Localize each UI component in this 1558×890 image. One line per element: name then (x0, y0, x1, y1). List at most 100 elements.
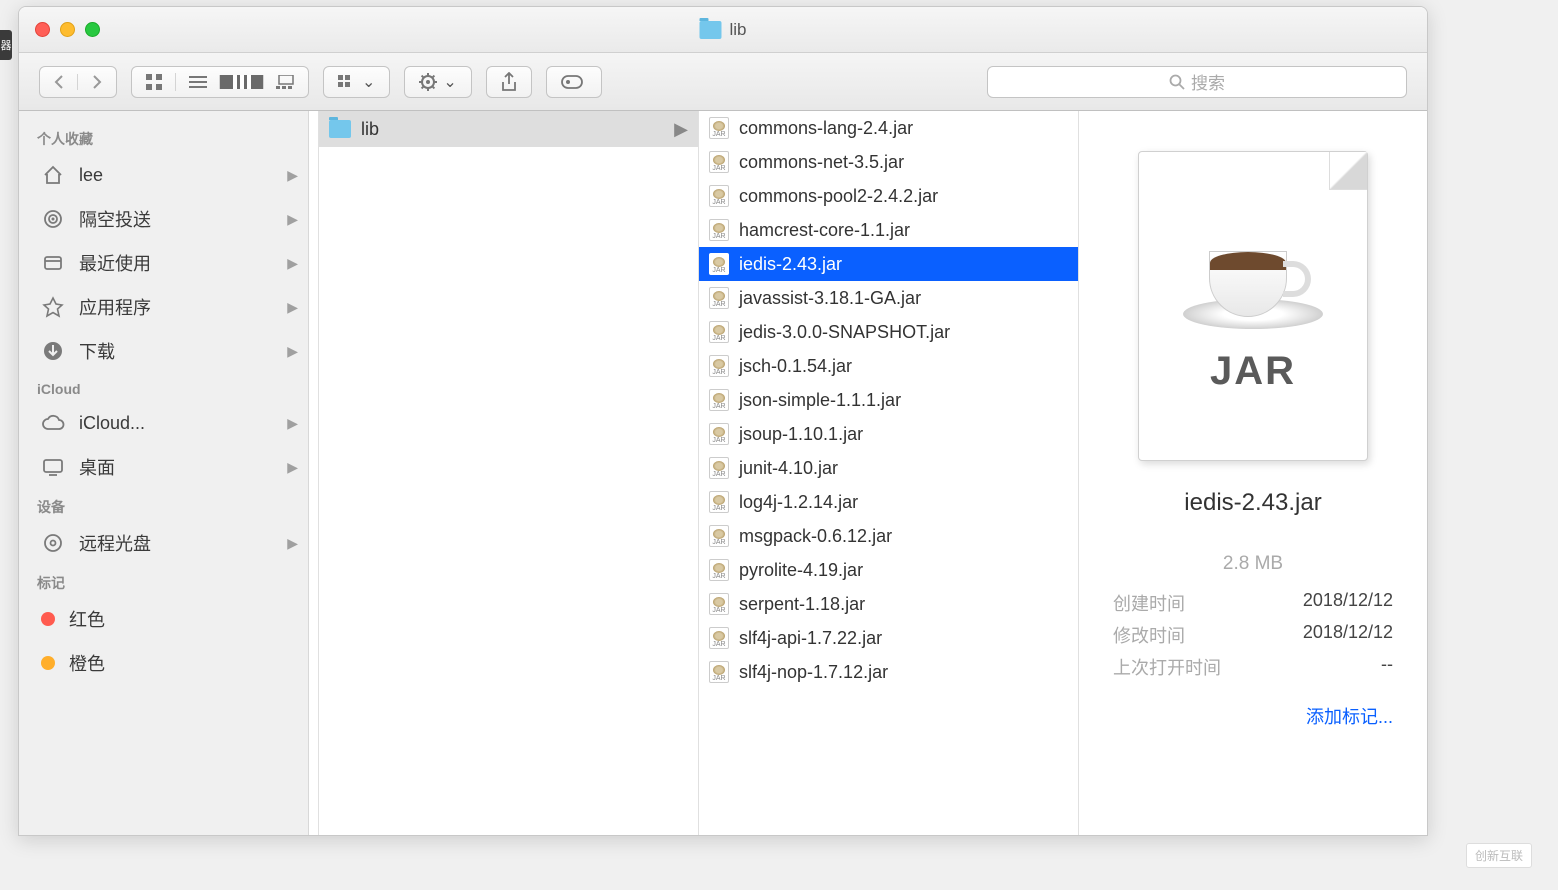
jar-file-icon: JAR (709, 525, 729, 547)
file-name: json-simple-1.1.1.jar (739, 390, 901, 411)
file-name: jedis-3.0.0-SNAPSHOT.jar (739, 322, 950, 343)
search-icon (1169, 74, 1185, 90)
file-name: log4j-1.2.14.jar (739, 492, 858, 513)
sidebar-item-label: 隔空投送 (79, 206, 151, 232)
sidebar-group-label: 个人收藏 (19, 121, 308, 153)
forward-button[interactable] (78, 74, 116, 90)
airdrop-icon (41, 207, 65, 231)
view-gallery-button[interactable] (264, 75, 308, 89)
meta-key: 修改时间 (1113, 622, 1185, 648)
meta-key: 创建时间 (1113, 590, 1185, 616)
file-row[interactable]: JARjsoup-1.10.1.jar (699, 417, 1078, 451)
action-button[interactable]: ⌄ (404, 66, 471, 98)
column-1: lib ▶ (319, 111, 699, 835)
sidebar: 个人收藏lee▶隔空投送▶最近使用▶应用程序▶下载▶iCloudiCloud..… (19, 111, 309, 835)
jar-file-icon: JAR (709, 355, 729, 377)
add-tag-button[interactable]: 添加标记... (1113, 703, 1393, 729)
sidebar-item-label: lee (79, 165, 103, 186)
jar-file-icon: JAR (709, 627, 729, 649)
file-row[interactable]: JARjson-simple-1.1.1.jar (699, 383, 1078, 417)
meta-value: -- (1381, 654, 1393, 680)
meta-value: 2018/12/12 (1303, 622, 1393, 648)
jar-file-icon: JAR (709, 423, 729, 445)
column-spacer (309, 111, 319, 835)
file-row[interactable]: JARjunit-4.10.jar (699, 451, 1078, 485)
view-column-button[interactable] (220, 75, 264, 89)
view-list-button[interactable] (176, 75, 220, 89)
sidebar-item-desktop[interactable]: 桌面▶ (19, 445, 308, 489)
view-icon-button[interactable] (132, 73, 176, 91)
file-name: jsch-0.1.54.jar (739, 356, 852, 377)
file-row[interactable]: JARlog4j-1.2.14.jar (699, 485, 1078, 519)
file-row[interactable]: JARslf4j-api-1.7.22.jar (699, 621, 1078, 655)
finder-body: 个人收藏lee▶隔空投送▶最近使用▶应用程序▶下载▶iCloudiCloud..… (19, 111, 1427, 835)
sidebar-item-cloud[interactable]: iCloud...▶ (19, 401, 308, 445)
jar-file-icon: JAR (709, 219, 729, 241)
back-button[interactable] (40, 74, 78, 90)
jar-file-icon: JAR (709, 457, 729, 479)
jar-file-icon: JAR (709, 185, 729, 207)
file-name: pyrolite-4.19.jar (739, 560, 863, 581)
jar-file-icon: JAR (709, 593, 729, 615)
window-title-text: lib (729, 20, 746, 40)
file-row[interactable]: JAR hamcrest-core-1.1.jar (699, 213, 1078, 247)
file-row[interactable]: JARpyrolite-4.19.jar (699, 553, 1078, 587)
file-row[interactable]: JARslf4j-nop-1.7.12.jar (699, 655, 1078, 689)
tag-dot-icon (41, 612, 55, 626)
close-window-button[interactable] (35, 22, 50, 37)
minimize-window-button[interactable] (60, 22, 75, 37)
file-row[interactable]: JARcommons-pool2-2.4.2.jar (699, 179, 1078, 213)
window-controls (35, 22, 100, 37)
file-row[interactable]: JAR jsch-0.1.54.jar (699, 349, 1078, 383)
sidebar-item-label: 橙色 (69, 650, 105, 676)
chevron-right-icon: ▶ (287, 459, 298, 476)
file-name: javassist-3.18.1-GA.jar (739, 288, 921, 309)
file-row[interactable]: JAR msgpack-0.6.12.jar (699, 519, 1078, 553)
sidebar-group-label: 设备 (19, 489, 308, 521)
file-row[interactable]: JARserpent-1.18.jar (699, 587, 1078, 621)
zoom-window-button[interactable] (85, 22, 100, 37)
file-name: commons-net-3.5.jar (739, 152, 904, 173)
apps-icon (41, 295, 65, 319)
sidebar-item-tag-red[interactable]: 红色 (19, 597, 308, 641)
sidebar-item-home[interactable]: lee▶ (19, 153, 308, 197)
file-row[interactable]: JARcommons-net-3.5.jar (699, 145, 1078, 179)
folder-row-lib[interactable]: lib ▶ (319, 111, 698, 147)
preview-filename: iedis-2.43.jar (1184, 489, 1321, 517)
file-row[interactable]: JARcommons-lang-2.4.jar (699, 111, 1078, 145)
sidebar-group-label: iCloud (19, 373, 308, 401)
search-field[interactable]: 搜索 (987, 66, 1407, 98)
watermark: 创新互联 (1466, 843, 1532, 868)
file-row[interactable]: JARjavassist-3.18.1-GA.jar (699, 281, 1078, 315)
sidebar-item-recent[interactable]: 最近使用▶ (19, 241, 308, 285)
chevron-right-icon: ▶ (287, 415, 298, 432)
download-icon (41, 339, 65, 363)
jar-file-icon: JAR (709, 117, 729, 139)
meta-row: 创建时间 2018/12/12 (1113, 587, 1393, 619)
sidebar-item-apps[interactable]: 应用程序▶ (19, 285, 308, 329)
sidebar-item-download[interactable]: 下载▶ (19, 329, 308, 373)
search-placeholder: 搜索 (1191, 69, 1225, 94)
sidebar-item-airdrop[interactable]: 隔空投送▶ (19, 197, 308, 241)
sidebar-item-label: 红色 (69, 606, 105, 632)
tags-button[interactable] (546, 66, 602, 98)
chevron-right-icon: ▶ (674, 119, 688, 140)
file-row[interactable]: JARjedis-3.0.0-SNAPSHOT.jar (699, 315, 1078, 349)
preview-pane: JAR iedis-2.43.jar 2.8 MB 创建时间2018/12/12… (1079, 111, 1427, 835)
sidebar-item-tag-orange[interactable]: 橙色 (19, 641, 308, 685)
chevron-right-icon: ▶ (287, 535, 298, 552)
preview-thumbnail: JAR (1138, 151, 1368, 461)
file-name: hamcrest-core-1.1.jar (739, 220, 910, 241)
share-button[interactable] (486, 66, 532, 98)
file-name: slf4j-nop-1.7.12.jar (739, 662, 888, 683)
meta-value: 2018/12/12 (1303, 590, 1393, 616)
view-mode-segmented (131, 66, 309, 98)
chevron-right-icon: ▶ (287, 343, 298, 360)
home-icon (41, 163, 65, 187)
file-name: msgpack-0.6.12.jar (739, 526, 892, 547)
arrange-button[interactable]: ⌄ (323, 66, 390, 98)
sidebar-item-disc[interactable]: 远程光盘▶ (19, 521, 308, 565)
file-row[interactable]: JARiedis-2.43.jar (699, 247, 1078, 281)
preview-metadata: 2.8 MB 创建时间2018/12/12修改时间2018/12/12上次打开时… (1113, 553, 1393, 729)
meta-row: 上次打开时间-- (1113, 651, 1393, 683)
